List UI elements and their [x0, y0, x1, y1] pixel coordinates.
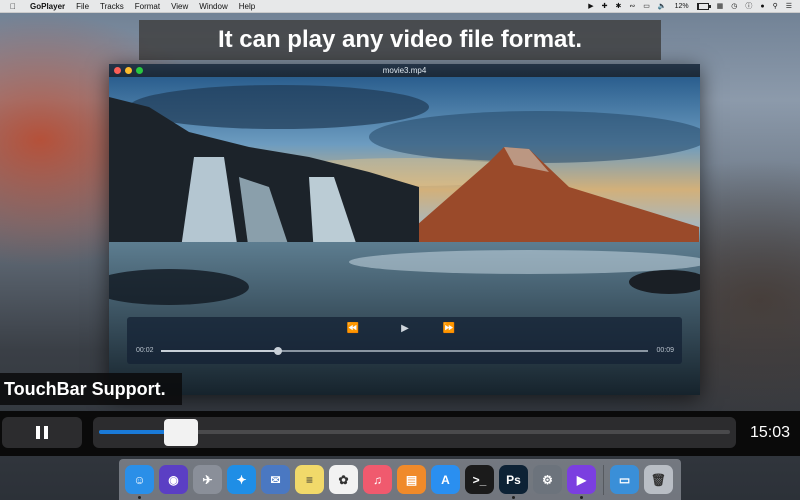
dock-app-app-store-icon[interactable]: A [431, 465, 460, 494]
menu-view[interactable]: View [171, 2, 188, 11]
touchbar-caption: TouchBar Support. [0, 373, 182, 405]
dock-app-books-icon[interactable]: ▤ [397, 465, 426, 494]
menu-bar:  GoPlayer File Tracks Format View Windo… [0, 0, 800, 13]
running-indicator [138, 496, 141, 499]
pause-icon [36, 426, 40, 439]
bluetooth-icon[interactable]: ✱ [616, 2, 622, 10]
progress-slider[interactable] [161, 347, 648, 355]
window-titlebar[interactable]: movie3.mp4 [109, 64, 700, 77]
fast-forward-icon[interactable]: ⏩ [441, 323, 457, 335]
dock-app-system-preferences-icon[interactable]: ⚙ [533, 465, 562, 494]
apple-menu-icon[interactable]:  [10, 2, 20, 11]
play-icon[interactable]: ▶ [397, 323, 413, 335]
touchbar-time: 15:03 [749, 423, 791, 441]
progress-fill [161, 350, 278, 352]
battery-percent[interactable]: 12% [675, 3, 689, 10]
duration-time: 00:09 [656, 347, 674, 354]
video-controls: ⏪ ▶ ⏩ 00:02 00:09 [127, 317, 682, 364]
dock-app-goplayer-icon[interactable]: ▶ [567, 465, 596, 499]
info-icon[interactable]: ⓘ [745, 1, 752, 11]
wifi-icon[interactable]: ∾ [629, 2, 635, 10]
menu-file[interactable]: File [76, 2, 89, 11]
dock-app-notes-icon[interactable]: ≡ [295, 465, 324, 494]
dock-app-safari-icon[interactable]: ✦ [227, 465, 256, 494]
elapsed-time: 00:02 [136, 347, 154, 354]
menu-tracks[interactable]: Tracks [100, 2, 124, 11]
touchbar-scrubber[interactable] [93, 417, 736, 448]
user-avatar-icon[interactable]: ● [760, 3, 764, 10]
spotlight-search-icon[interactable]: ⚲ [773, 2, 778, 10]
clock-icon[interactable]: ◷ [731, 2, 737, 10]
dock-app-photos-icon[interactable]: ✿ [329, 465, 358, 494]
window-title: movie3.mp4 [382, 66, 427, 75]
dock: ☺ ◉ ✈ ✦ ✉ ≡ ✿ ♫ ▤ A >_ Ps ⚙ ▶ ▭ 🗑 [119, 459, 681, 500]
dock-separator [603, 464, 604, 495]
dock-app-finder-icon[interactable]: ☺ [125, 465, 154, 499]
dock-app-launchpad-icon[interactable]: ✈ [193, 465, 222, 494]
menu-window[interactable]: Window [199, 2, 227, 11]
minimize-button[interactable] [125, 67, 132, 74]
menu-help[interactable]: Help [239, 2, 255, 11]
dock-app-photoshop-icon[interactable]: Ps [499, 465, 528, 499]
menu-format[interactable]: Format [135, 2, 160, 11]
rewind-icon[interactable]: ⏪ [345, 323, 361, 335]
pause-icon-bar [44, 426, 48, 439]
airplay-icon[interactable]: ▭ [643, 2, 650, 10]
app-menu[interactable]: GoPlayer [30, 2, 65, 11]
notification-center-icon[interactable]: ☰ [786, 2, 792, 10]
touchbar-scrubber-thumb[interactable] [164, 419, 199, 446]
close-button[interactable] [114, 67, 121, 74]
dock-app-mail-icon[interactable]: ✉ [261, 465, 290, 494]
play-status-icon[interactable]: ▶ [588, 2, 593, 10]
player-window: movie3.mp4 ⏪ ▶ ⏩ 00:02 00:09 [109, 64, 700, 395]
dock-app-music-icon[interactable]: ♫ [363, 465, 392, 494]
video-frame[interactable]: ⏪ ▶ ⏩ 00:02 00:09 [109, 77, 700, 395]
keyboard-icon[interactable]: ▦ [717, 2, 724, 10]
volume-icon[interactable]: 🔈 [658, 2, 667, 10]
feature-caption: It can play any video file format. [139, 20, 661, 60]
maximize-button[interactable] [136, 67, 143, 74]
pause-button[interactable] [2, 417, 82, 448]
touch-bar: 15:03 [0, 411, 800, 456]
dock-app-downloads-folder-icon[interactable]: ▭ [610, 465, 639, 494]
battery-icon[interactable] [696, 2, 711, 10]
dock-app-terminal-icon[interactable]: >_ [465, 465, 494, 494]
running-indicator [580, 496, 583, 499]
dock-app-trash-icon[interactable]: 🗑 [644, 465, 673, 494]
progress-knob[interactable] [273, 347, 282, 355]
status-area: ▶ ✚ ✱ ∾ ▭ 🔈 12% ▦ ◷ ⓘ ● ⚲ ☰ [588, 1, 792, 11]
running-indicator [512, 496, 515, 499]
dock-app-siri-icon[interactable]: ◉ [159, 465, 188, 494]
plus-icon[interactable]: ✚ [602, 2, 608, 10]
